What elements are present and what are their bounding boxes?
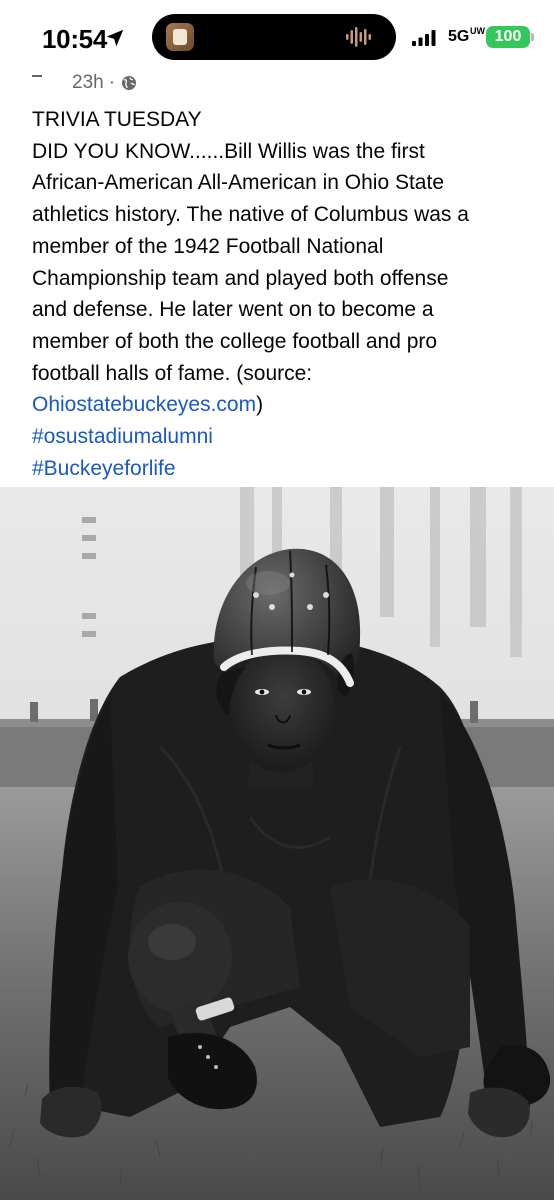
battery-indicator: 100 (486, 26, 534, 48)
location-arrow-icon (106, 29, 124, 47)
source-link[interactable]: Ohiostatebuckeyes.com (32, 393, 256, 416)
post-line: and defense. He later went on to become … (32, 298, 434, 322)
status-time: 10:54 (42, 24, 107, 54)
post-body: TRIVIA TUESDAY DID YOU KNOW......Bill Wi… (32, 104, 532, 484)
post-timestamp[interactable]: 23h (72, 72, 104, 94)
post-line: football halls of fame. (source: (32, 361, 313, 385)
post-line: member of both the college football and … (32, 329, 438, 353)
avatar-edge (32, 75, 42, 77)
now-playing-thumbnail (166, 23, 194, 51)
network-subtype: UW (470, 26, 485, 36)
post-source-line: Ohiostatebuckeyes.com) (32, 389, 532, 421)
post-line: DID YOU KNOW......Bill Willis was the fi… (32, 139, 425, 163)
globe-icon (122, 76, 137, 90)
hashtag-link[interactable]: #osustadiumalumni (32, 425, 213, 448)
post-line: Championship team and played both offens… (32, 266, 449, 290)
meta-separator: · (108, 72, 116, 93)
post-line: TRIVIA TUESDAY (32, 108, 202, 131)
football-player-photo (0, 487, 554, 1200)
post-line: African-American All-American in Ohio St… (32, 171, 444, 195)
dynamic-island[interactable] (152, 14, 396, 60)
status-bar: 10:54 5G UW 100 (0, 0, 554, 72)
post-line: member of the 1942 Football National (32, 234, 384, 258)
audio-waveform-icon (346, 27, 371, 47)
signal-bars-icon (412, 30, 436, 46)
network-type: 5G (448, 28, 470, 45)
source-close: ) (256, 393, 264, 417)
post-meta: 23h · (32, 70, 137, 96)
post-line: athletics history. The native of Columbu… (32, 203, 469, 227)
post-photo[interactable] (0, 487, 554, 1200)
hashtag-link[interactable]: #Buckeyeforlife (32, 457, 176, 480)
